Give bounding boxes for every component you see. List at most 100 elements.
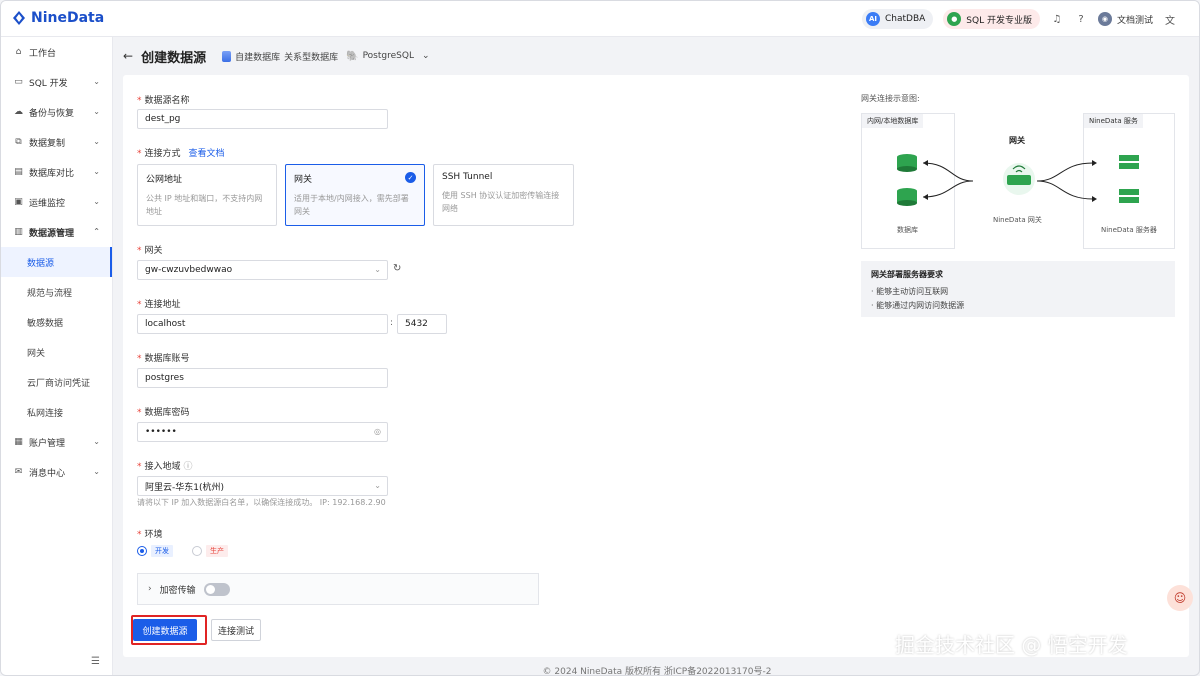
- help-icon[interactable]: ?: [1074, 12, 1088, 26]
- page-header: ← 创建数据源 自建数据库 关系型数据库 🐘 PostgreSQL ⌄: [113, 37, 1199, 75]
- chevron-down-icon[interactable]: ⌄: [422, 51, 430, 61]
- sidebar-subitem-gateway[interactable]: 网关: [1, 337, 112, 367]
- region-label: * 接入地域 ⓘ: [137, 462, 193, 472]
- database-icon: [897, 154, 917, 172]
- help-icon: ⓘ: [183, 462, 193, 472]
- bell-icon[interactable]: ♫: [1050, 12, 1064, 26]
- sidebar-item-monitor[interactable]: ▣ 运维监控 ⌄: [1, 187, 112, 217]
- diagram-title: 网关连接示意图:: [861, 94, 920, 103]
- chevron-down-icon: ⌄: [374, 481, 381, 490]
- sidebar-item-compare[interactable]: ▤ 数据库对比 ⌄: [1, 157, 112, 187]
- support-avatar-icon[interactable]: ☺: [1167, 585, 1193, 611]
- test-connection-button[interactable]: 连接测试: [211, 619, 261, 641]
- user-menu[interactable]: ◉ 文档测试: [1097, 12, 1153, 26]
- conn-option-title: 公网地址: [146, 175, 183, 185]
- avatar: ◉: [1097, 12, 1112, 26]
- conn-option-public[interactable]: 公网地址 公共 IP 地址和端口，不支持内网地址: [137, 164, 277, 226]
- breadcrumb-category: 关系型数据库: [284, 52, 339, 63]
- brand-logo[interactable]: NineData: [11, 10, 104, 26]
- chevron-down-icon: ⌄: [93, 137, 100, 146]
- message-icon: ✉: [14, 467, 23, 477]
- port-input[interactable]: 5432: [397, 314, 447, 334]
- username-input[interactable]: postgres: [137, 368, 388, 388]
- sidebar-subitem-rules[interactable]: 规范与流程: [1, 277, 112, 307]
- top-header: NineData AI ChatDBA ● SQL 开发专业版 ♫ ? ◉ 文档…: [1, 1, 1199, 37]
- sql-icon: ▭: [14, 77, 23, 87]
- sidebar-item-account[interactable]: ▦ 账户管理 ⌄: [1, 427, 112, 457]
- sql-pro-button[interactable]: ● SQL 开发专业版: [943, 9, 1040, 29]
- sql-pro-icon: ●: [947, 12, 962, 26]
- sidebar-subitem-private-link[interactable]: 私网连接: [1, 397, 112, 427]
- footer: © 2024 NineData 版权所有 浙ICP备2022013170号-2: [542, 667, 772, 676]
- gateway-select[interactable]: gw-cwzuvbedwwao ⌄: [137, 260, 388, 280]
- create-datasource-button[interactable]: 创建数据源: [133, 619, 197, 641]
- env-tag-prod: 生产: [206, 545, 228, 557]
- env-radio-dev[interactable]: [137, 546, 147, 556]
- conn-option-desc: 使用 SSH 协议认证加密传输连接网络: [442, 191, 560, 213]
- sidebar-item-label: 数据源管理: [29, 228, 75, 239]
- chevron-down-icon: ⌄: [93, 77, 100, 86]
- sidebar-item-replication[interactable]: ⧉ 数据复制 ⌄: [1, 127, 112, 157]
- region-select[interactable]: 阿里云-华东1(杭州) ⌄: [137, 476, 388, 496]
- datasource-icon: ▥: [14, 227, 23, 237]
- database-icon: [897, 188, 917, 206]
- chevron-down-icon: ⌄: [93, 467, 100, 476]
- region-hint: 请将以下 IP 加入数据源白名单，以确保连接成功。 IP: 192.168.2.…: [137, 498, 386, 507]
- sidebar-subitem-cloud-credential[interactable]: 云厂商访问凭证: [1, 367, 112, 397]
- sidebar-item-sql[interactable]: ▭ SQL 开发 ⌄: [1, 67, 112, 97]
- env-label: * 环境: [137, 530, 163, 540]
- back-arrow-icon[interactable]: ←: [123, 49, 133, 63]
- copy-icon: ⧉: [15, 137, 22, 147]
- sidebar-item-datasource-mgmt[interactable]: ▥ 数据源管理 ⌃: [1, 217, 112, 247]
- backup-icon: ☁: [14, 107, 23, 117]
- requirement-item: · 能够通过内网访问数据源: [871, 301, 965, 310]
- watermark: 掘金技术社区 @ 悟空开发: [895, 633, 1128, 657]
- encrypt-section[interactable]: › 加密传输: [137, 573, 539, 605]
- sidebar-subitem-datasource[interactable]: 数据源: [1, 247, 112, 277]
- sidebar-item-workbench[interactable]: ⌂ 工作台: [1, 37, 112, 67]
- datasource-name-input[interactable]: dest_pg: [137, 109, 388, 129]
- chevron-down-icon: ⌄: [93, 437, 100, 446]
- conn-option-ssh[interactable]: SSH Tunnel 使用 SSH 协议认证加密传输连接网络: [433, 164, 574, 226]
- chevron-right-icon[interactable]: ›: [148, 584, 152, 594]
- chatdba-label: ChatDBA: [885, 14, 926, 24]
- region-value: 阿里云-华东1(杭州): [145, 482, 224, 493]
- sidebar-subitem-sensitive[interactable]: 敏感数据: [1, 307, 112, 337]
- app-window: NineData AI ChatDBA ● SQL 开发专业版 ♫ ? ◉ 文档…: [0, 0, 1200, 676]
- sidebar-item-message[interactable]: ✉ 消息中心 ⌄: [1, 457, 112, 487]
- diagram-graphics: [897, 154, 1139, 206]
- breadcrumb-type: 自建数据库: [235, 52, 281, 63]
- chevron-up-icon: ⌃: [93, 227, 100, 236]
- gateway-label: * 网关: [137, 246, 163, 256]
- breadcrumb: 自建数据库 关系型数据库 🐘 PostgreSQL ⌄: [222, 50, 430, 63]
- database-icon: [222, 50, 232, 62]
- language-icon[interactable]: 文: [1163, 12, 1177, 27]
- sidebar-item-label: 账户管理: [29, 438, 66, 449]
- account-label: * 数据库账号: [137, 354, 190, 364]
- sidebar-item-backup[interactable]: ☁ 备份与恢复 ⌄: [1, 97, 112, 127]
- chatdba-button[interactable]: AI ChatDBA: [862, 9, 934, 29]
- conn-option-gateway[interactable]: 网关 适用于本地/内网接入，需先部署网关 ✓: [285, 164, 425, 226]
- ninedata-logo-icon: [13, 11, 25, 25]
- requirement-item: · 能够主动访问互联网: [871, 287, 949, 296]
- gateway-value: gw-cwzuvbedwwao: [145, 265, 233, 275]
- account-icon: ▦: [14, 437, 23, 447]
- check-icon: ✓: [405, 172, 416, 183]
- chatdba-icon: AI: [866, 12, 880, 26]
- env-radio-prod[interactable]: [192, 546, 202, 556]
- chevron-down-icon: ⌄: [374, 265, 381, 274]
- address-label: * 连接地址: [137, 300, 181, 310]
- password-input[interactable]: •••••• ◎: [137, 422, 388, 442]
- refresh-icon[interactable]: ↻: [393, 263, 401, 274]
- requirements-title: 网关部署服务器要求: [871, 270, 943, 279]
- breadcrumb-engine[interactable]: PostgreSQL: [363, 51, 414, 61]
- home-icon: ⌂: [15, 47, 22, 57]
- collapse-sidebar-icon[interactable]: ☰: [91, 656, 100, 667]
- eye-off-icon[interactable]: ◎: [374, 427, 381, 436]
- brand-name: NineData: [31, 10, 105, 26]
- host-input[interactable]: localhost: [137, 314, 388, 334]
- encrypt-toggle[interactable]: [203, 582, 230, 596]
- sidebar-item-label: 运维监控: [29, 198, 66, 209]
- conn-option-desc: 公共 IP 地址和端口，不支持内网地址: [146, 194, 263, 216]
- view-docs-link[interactable]: 查看文档: [189, 149, 225, 159]
